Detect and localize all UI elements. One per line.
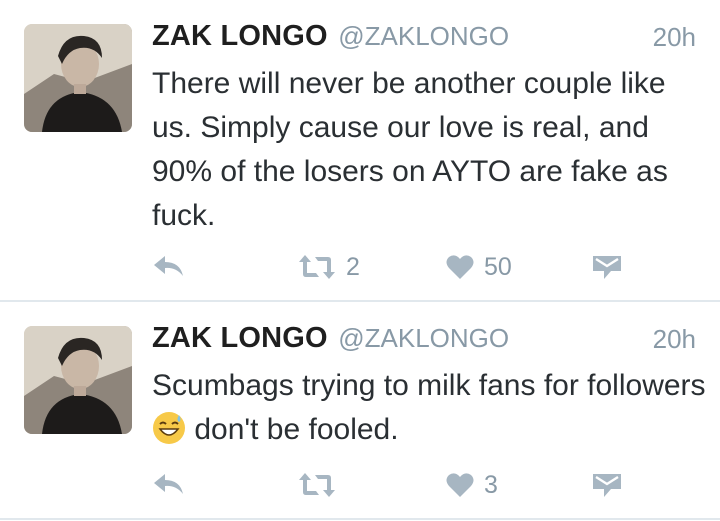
tweet-header: ZAK LONGO @ZAKLONGO 20h [152, 20, 696, 56]
avatar[interactable] [24, 326, 132, 434]
like-button[interactable]: 3 [446, 465, 498, 505]
reply-button[interactable] [152, 247, 186, 287]
profile-photo [24, 326, 132, 434]
reply-button[interactable] [152, 465, 186, 505]
retweet-button[interactable]: 2 [298, 247, 360, 287]
like-count: 50 [484, 252, 512, 281]
grinning-face-with-sweat-emoji [153, 412, 185, 444]
timestamp[interactable]: 20h [653, 22, 696, 53]
retweet-count: 2 [346, 252, 360, 281]
display-name[interactable]: ZAK LONGO [152, 20, 328, 52]
tweet[interactable]: ZAK LONGO @ZAKLONGO 20h Scumbags trying … [0, 302, 720, 519]
tweet-text-part: don't be fooled. [194, 413, 399, 446]
heart-icon [446, 255, 474, 279]
tweet-actions: 2 50 [152, 247, 632, 287]
direct-message-button[interactable] [592, 247, 622, 287]
user-handle[interactable]: @ZAKLONGO [338, 323, 509, 353]
retweet-icon [299, 473, 335, 497]
retweet-button[interactable] [298, 465, 346, 505]
tweet-header: ZAK LONGO @ZAKLONGO 20h [152, 322, 696, 358]
timestamp[interactable]: 20h [653, 324, 696, 355]
direct-message-button[interactable] [592, 465, 622, 505]
heart-icon [446, 473, 474, 497]
display-name[interactable]: ZAK LONGO [152, 322, 328, 354]
timeline: ZAK LONGO @ZAKLONGO 20h There will never… [0, 0, 720, 521]
reply-icon [154, 256, 183, 276]
avatar[interactable] [24, 24, 132, 132]
retweet-icon [299, 255, 335, 279]
tweet-text: There will never be another couple like … [152, 67, 668, 232]
tweet-text: Scumbags trying to milk fans for followe… [152, 364, 712, 452]
tweet-actions: 3 [152, 465, 632, 505]
tweet-text-part: Scumbags trying to milk fans for followe… [152, 369, 706, 402]
profile-photo [24, 24, 132, 132]
tweet[interactable]: ZAK LONGO @ZAKLONGO 20h There will never… [0, 0, 720, 301]
like-button[interactable]: 50 [446, 247, 512, 287]
tweet-divider [0, 518, 720, 520]
direct-message-icon [593, 474, 621, 497]
user-handle[interactable]: @ZAKLONGO [338, 21, 509, 51]
direct-message-icon [593, 256, 621, 279]
like-count: 3 [484, 470, 498, 499]
reply-icon [154, 474, 183, 494]
